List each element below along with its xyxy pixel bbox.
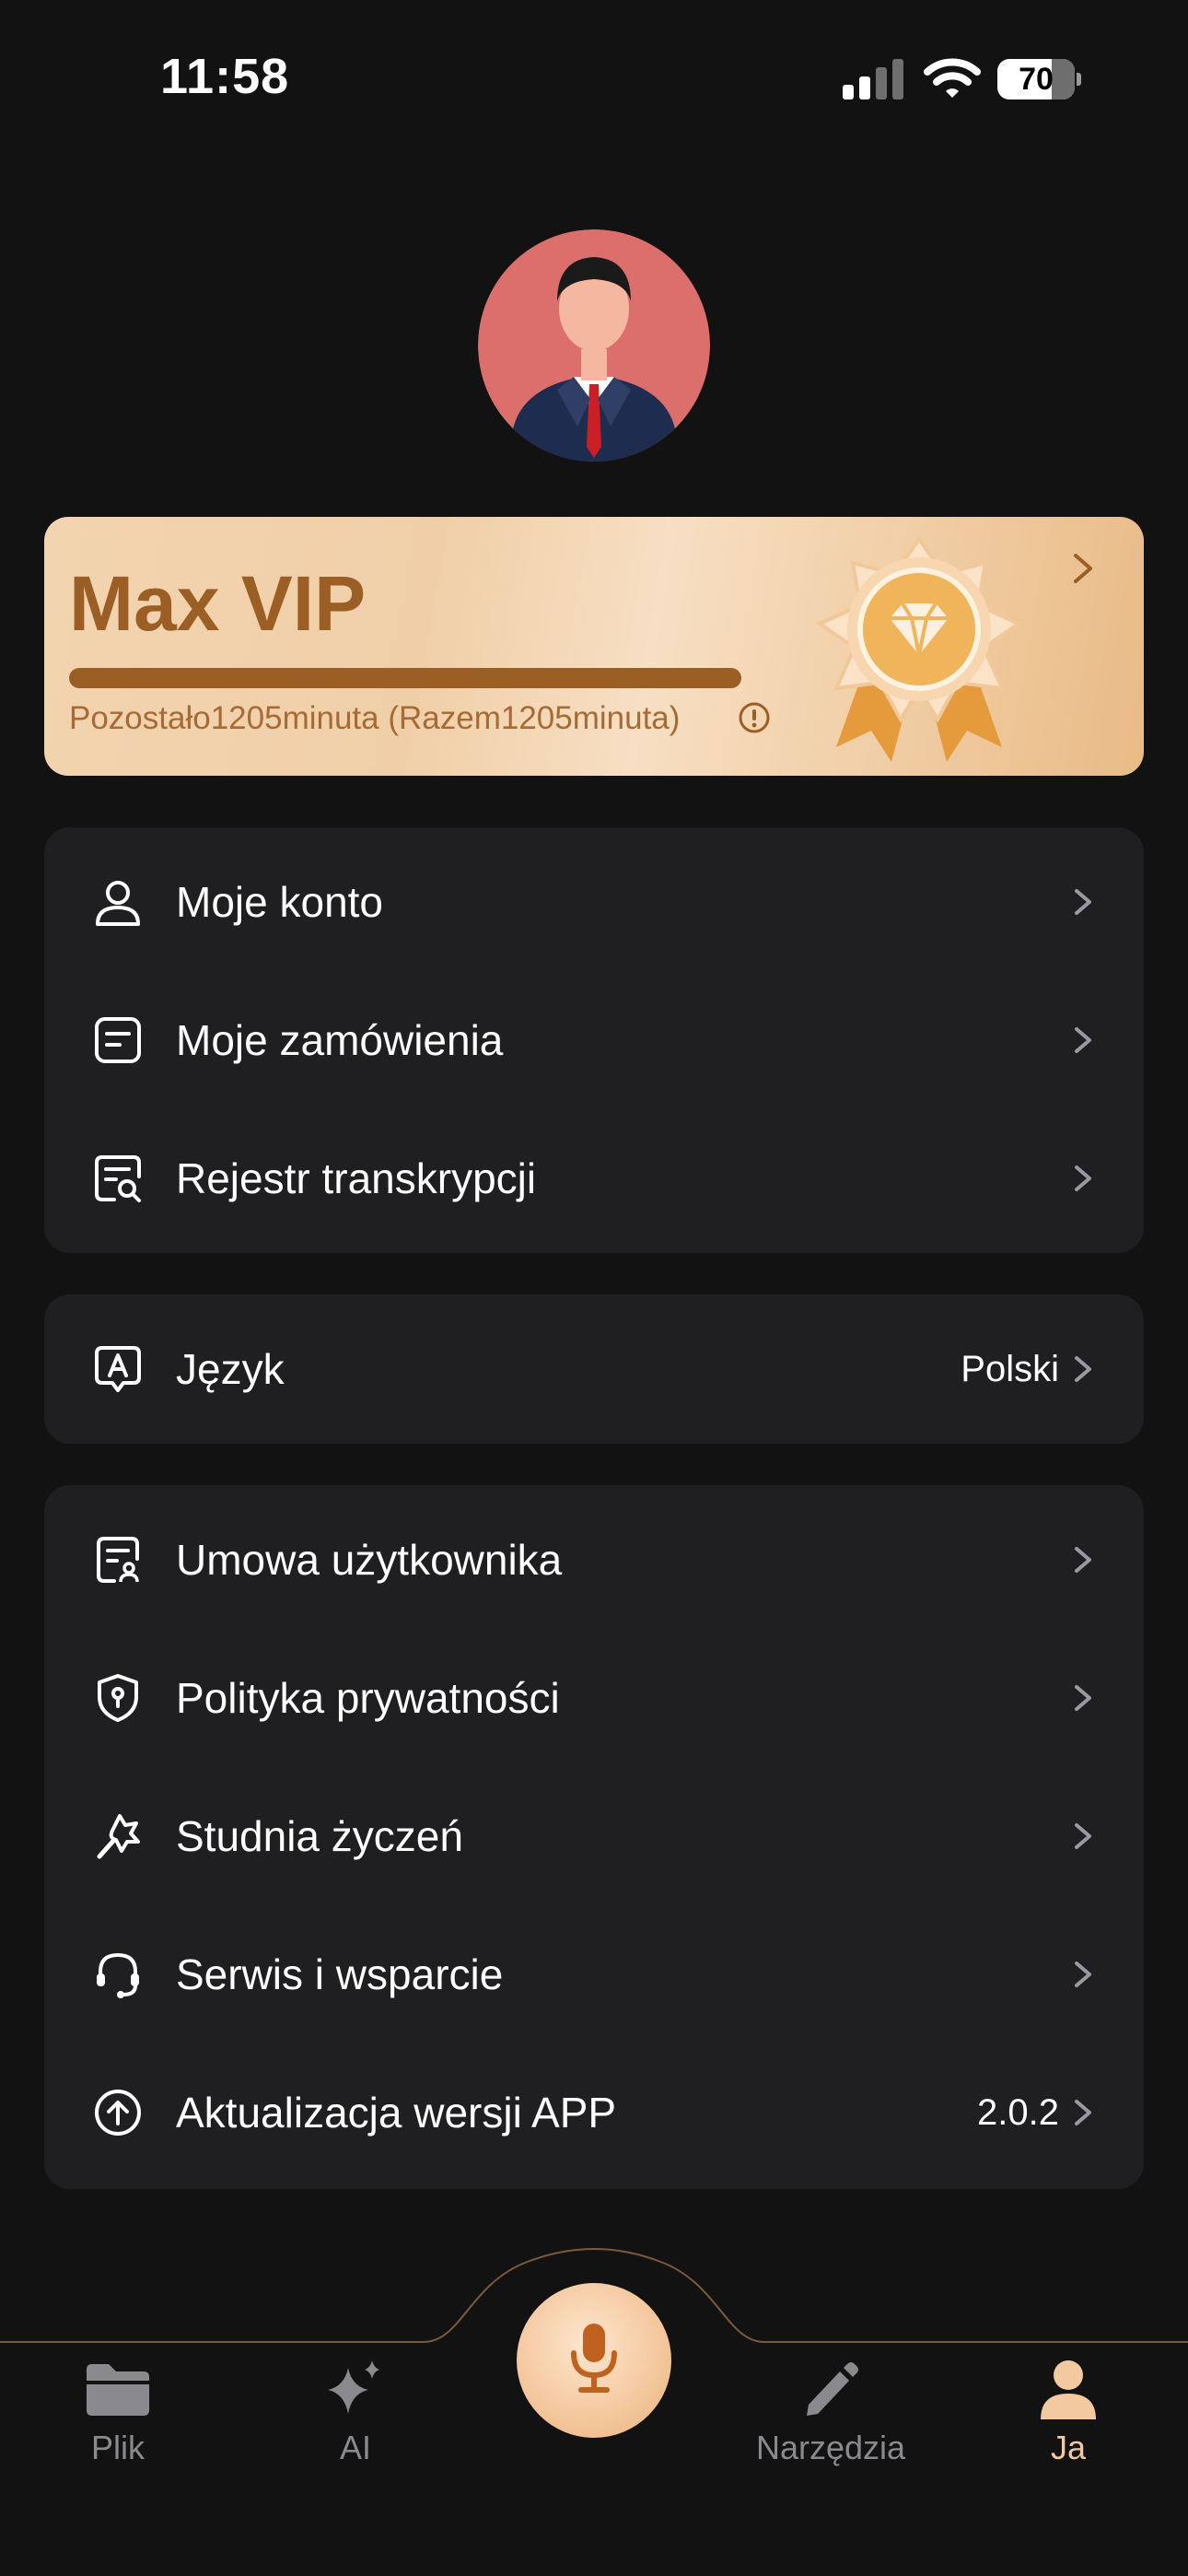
vip-progress-bar (69, 668, 741, 688)
menu-item-label: Studnia życzeń (176, 1812, 463, 1860)
chevron-right-icon (1075, 1356, 1091, 1382)
tab-tools[interactable]: Narzędzia (739, 2359, 923, 2506)
person-icon (1041, 2360, 1096, 2419)
tab-me[interactable]: Ja (976, 2359, 1160, 2506)
wish-icon (97, 1814, 140, 1859)
battery-level: 70 (1019, 62, 1054, 97)
menu-item-label: Język (176, 1345, 285, 1393)
info-section: Umowa użytkownika Polityka prywatności S… (44, 1485, 1144, 2189)
menu-item-my-account[interactable]: Moje konto (44, 833, 1144, 971)
menu-item-label: Rejestr transkrypcji (176, 1154, 537, 1202)
language-icon (95, 1346, 141, 1392)
chevron-right-icon (1075, 1961, 1091, 1987)
menu-item-transcript-history[interactable]: Rejestr transkrypcji (44, 1109, 1144, 1247)
folder-icon (87, 2364, 149, 2416)
record-button[interactable] (517, 2283, 671, 2438)
menu-item-app-update[interactable]: Aktualizacja wersji APP 2.0.2 (44, 2043, 1144, 2182)
menu-item-language[interactable]: Język Polski (44, 1300, 1144, 1438)
chevron-right-icon (1075, 2100, 1091, 2125)
vip-remaining-minutes: Pozostało1205minuta (Razem1205minuta) (69, 700, 681, 736)
menu-item-label: Polityka prywatności (176, 1674, 560, 1722)
menu-item-label: Moje zamówienia (176, 1016, 504, 1064)
battery-indicator: 70 (997, 59, 1082, 100)
cellular-signal-icon (843, 59, 903, 100)
menu-item-label: Serwis i wsparcie (176, 1950, 504, 1998)
menu-item-privacy-policy[interactable]: Polityka prywatności (44, 1629, 1144, 1767)
language-section: Język Polski (44, 1294, 1144, 1444)
menu-item-user-agreement[interactable]: Umowa użytkownika (44, 1491, 1144, 1629)
menu-item-service-support[interactable]: Serwis i wsparcie (44, 1905, 1144, 2043)
chevron-right-icon (1075, 889, 1091, 915)
avatar-illustration (478, 229, 710, 462)
tab-label: Plik (90, 2429, 145, 2466)
vip-progress-fill (69, 668, 741, 688)
account-section: Moje konto Moje zamówienia Rejestr trans… (44, 827, 1144, 1253)
vip-card[interactable]: Max VIP Pozostało1205minuta (Razem1205mi… (44, 517, 1144, 776)
info-icon[interactable] (738, 701, 771, 734)
tab-label: Ja (1050, 2429, 1087, 2466)
chevron-right-icon (1075, 1685, 1091, 1711)
user-icon (96, 881, 140, 926)
sparkle-icon (328, 2360, 379, 2414)
tab-file[interactable]: Plik (26, 2359, 210, 2506)
tab-label: AI (339, 2429, 371, 2466)
avatar[interactable] (478, 229, 710, 462)
menu-item-label: Aktualizacja wersji APP (176, 2089, 617, 2137)
vip-title: Max VIP (69, 560, 367, 647)
upload-icon (95, 2090, 141, 2136)
menu-item-my-orders[interactable]: Moje zamówienia (44, 971, 1144, 1109)
orders-icon (95, 1017, 141, 1063)
agreement-icon (97, 1537, 139, 1583)
diamond-badge-icon (815, 535, 1023, 762)
chevron-right-icon (1075, 1547, 1091, 1573)
menu-item-wishing-well[interactable]: Studnia życzeń (44, 1767, 1144, 1905)
chevron-right-icon (1075, 1823, 1091, 1849)
tab-ai[interactable]: AI (263, 2359, 448, 2506)
app-version: 2.0.2 (977, 2092, 1059, 2133)
chevron-right-icon (1075, 1165, 1091, 1191)
microphone-icon (571, 2324, 617, 2393)
shield-icon (98, 1674, 138, 1722)
menu-item-label: Umowa użytkownika (176, 1536, 563, 1584)
tab-label: Narzędzia (755, 2429, 906, 2466)
chevron-right-icon (1075, 1027, 1091, 1053)
vip-chevron-right-icon (1074, 554, 1092, 583)
language-value: Polski (961, 1349, 1059, 1389)
pencil-icon (807, 2362, 858, 2416)
status-bar: 11:58 70 (0, 0, 1188, 157)
wifi-icon (924, 58, 981, 98)
status-time: 11:58 (160, 49, 290, 104)
transcript-search-icon (95, 1155, 141, 1202)
menu-item-label: Moje konto (176, 878, 384, 926)
headset-icon (97, 1952, 139, 1998)
